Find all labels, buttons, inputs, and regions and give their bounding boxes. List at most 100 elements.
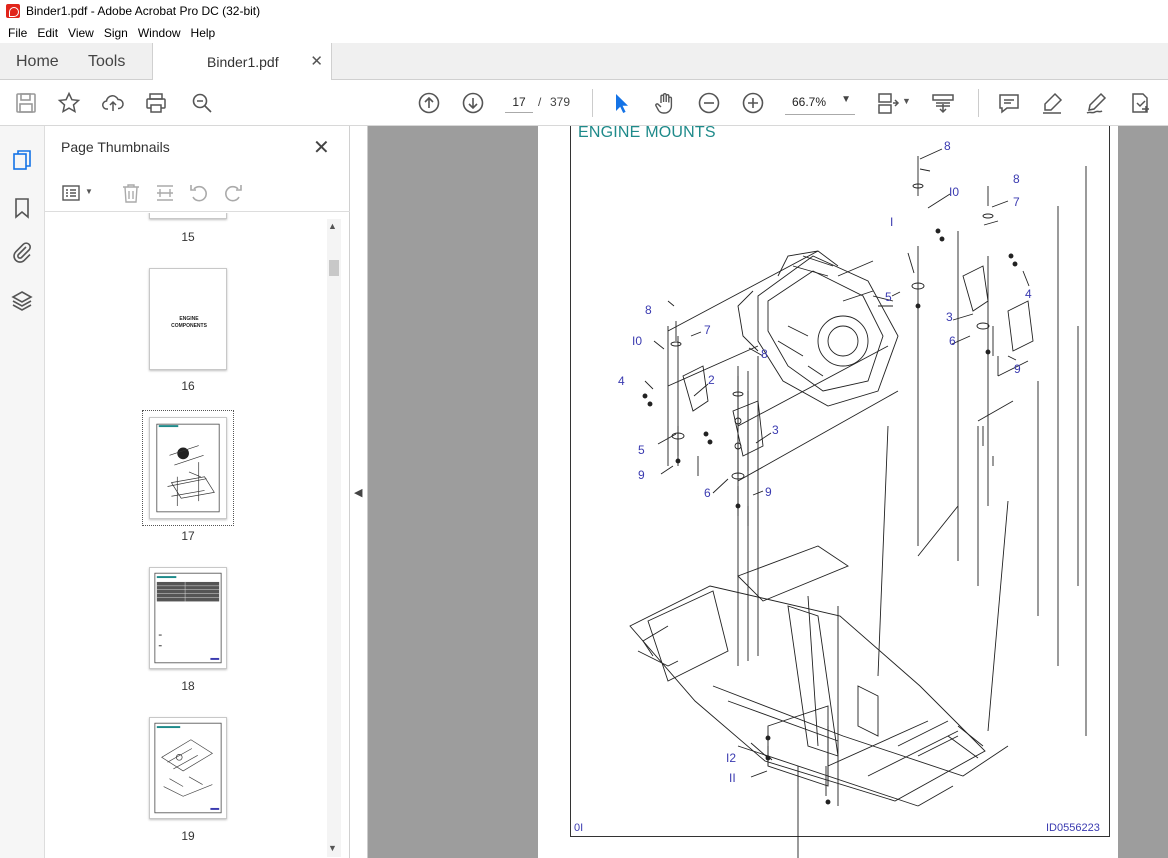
thumbnail-toolbar: ▼ (45, 174, 350, 212)
tab-document[interactable]: Binder1.pdf ✕ (152, 43, 332, 81)
thumbnail-label: 17 (181, 529, 195, 543)
thumbnail-scrollbar[interactable]: ▲ ▼ (327, 219, 341, 857)
collapse-left-icon[interactable]: ◀ (354, 486, 362, 499)
menu-view[interactable]: View (63, 26, 99, 40)
zoom-in-icon[interactable] (741, 91, 765, 115)
print-icon[interactable] (144, 91, 168, 115)
thumbnail-label: 16 (181, 379, 195, 393)
scroll-mode-icon[interactable] (931, 91, 955, 115)
callout-label: 9 (638, 468, 645, 482)
menu-edit[interactable]: Edit (32, 26, 63, 40)
zoom-out-icon[interactable] (697, 91, 721, 115)
callout-label: 2 (708, 373, 715, 387)
acrobat-app-icon (6, 4, 20, 18)
thumbnail-label: 18 (181, 679, 195, 693)
menu-file[interactable]: File (3, 26, 32, 40)
thumbnail-page-18[interactable] (149, 567, 227, 669)
window-title: Binder1.pdf - Adobe Acrobat Pro DC (32-b… (26, 4, 261, 18)
document-view[interactable]: ENGINE MOUNTS 8 I0 8 7 I 4 5 3 6 9 8 7 I… (368, 126, 1168, 858)
page-separator: / (538, 95, 542, 109)
rotate-right-icon[interactable] (222, 182, 244, 204)
callout-label: I2 (726, 751, 736, 765)
thumbnail-page-15[interactable] (149, 213, 227, 219)
thumbnail-page-19[interactable] (149, 717, 227, 819)
close-tab-icon[interactable]: ✕ (310, 52, 323, 70)
callout-label: 9 (1014, 362, 1021, 376)
page-thumbnails-icon[interactable] (10, 148, 34, 172)
tab-tools[interactable]: Tools (88, 43, 125, 80)
more-tools-icon[interactable] (1128, 91, 1152, 115)
menu-window[interactable]: Window (133, 26, 186, 40)
zoom-select[interactable]: 66.7% ▼ (785, 91, 855, 115)
chevron-down-icon[interactable]: ▼ (85, 187, 93, 196)
fit-page-icon[interactable] (876, 91, 900, 115)
callout-label: I (890, 215, 893, 229)
callout-label: 8 (645, 303, 652, 317)
exploded-parts-diagram: 8 I0 8 7 I 4 5 3 6 9 8 7 I0 8 4 2 3 5 9 … (618, 139, 1087, 858)
scroll-up-icon[interactable]: ▲ (328, 221, 337, 231)
previous-page-icon[interactable] (417, 91, 441, 115)
callout-label: 4 (618, 374, 625, 388)
delete-page-icon[interactable] (120, 182, 142, 204)
tab-bar: Home Tools Binder1.pdf ✕ (0, 43, 1168, 81)
callout-label: 8 (1013, 172, 1020, 186)
scroll-down-icon[interactable]: ▼ (328, 843, 337, 853)
title-bar: Binder1.pdf - Adobe Acrobat Pro DC (32-b… (0, 0, 1168, 22)
thumbnail-page-17[interactable] (149, 417, 227, 519)
callout-label: 5 (638, 443, 645, 457)
total-pages: 379 (550, 95, 571, 109)
page-footer-id: ID0556223 (1046, 822, 1100, 834)
callout-label: 5 (885, 290, 892, 304)
close-panel-icon[interactable]: ✕ (313, 135, 330, 160)
document-tab-label: Binder1.pdf (207, 54, 279, 70)
page-number-input[interactable] (505, 91, 533, 113)
callout-label: 3 (946, 310, 953, 324)
star-icon[interactable] (57, 91, 81, 115)
chevron-down-icon: ▼ (841, 94, 851, 105)
callout-label: 6 (949, 334, 956, 348)
highlight-pen-icon[interactable] (1040, 91, 1064, 115)
callout-label: 8 (761, 347, 768, 361)
search-icon[interactable] (190, 91, 214, 115)
rotate-left-icon[interactable] (188, 182, 210, 204)
thumbnail-label: 15 (181, 230, 195, 244)
menu-bar: File Edit View Sign Window Help (0, 22, 1168, 43)
thumbnail-drawing (156, 423, 220, 513)
hand-tool-icon[interactable] (653, 91, 677, 115)
panel-title: Page Thumbnails (61, 139, 170, 155)
sign-pen-icon[interactable] (1084, 91, 1108, 115)
bookmark-icon[interactable] (10, 196, 34, 220)
pdf-page: ENGINE MOUNTS 8 I0 8 7 I 4 5 3 6 9 8 7 I… (538, 126, 1118, 858)
scrollbar-thumb[interactable] (329, 260, 339, 276)
layers-icon[interactable] (10, 289, 34, 313)
chevron-down-icon[interactable]: ▼ (902, 96, 911, 106)
callout-label: I0 (632, 334, 642, 348)
attachment-icon[interactable] (10, 240, 34, 264)
menu-help[interactable]: Help (186, 26, 221, 40)
save-icon[interactable] (14, 91, 38, 115)
select-arrow-icon[interactable] (609, 91, 633, 115)
callout-label: 7 (704, 323, 711, 337)
next-page-icon[interactable] (461, 91, 485, 115)
page-thumbnails-panel: Page Thumbnails ✕ ▼ 15 ENGINE COMPONENTS… (45, 126, 350, 858)
toolbar-divider (978, 89, 979, 117)
callout-label: II (729, 771, 736, 785)
callout-label: 7 (1013, 195, 1020, 209)
thumbnail-drawing (154, 572, 222, 664)
thumbnail-text: ENGINE COMPONENTS (171, 316, 207, 329)
zoom-value: 66.7% (792, 95, 827, 109)
comment-icon[interactable] (997, 91, 1021, 115)
options-menu-icon[interactable] (61, 182, 83, 204)
extract-pages-icon[interactable] (154, 182, 176, 204)
page-footer-left: 0I (574, 822, 584, 834)
cloud-upload-icon[interactable] (101, 91, 125, 115)
thumbnail-list: 15 ENGINE COMPONENTS 16 17 18 19 (45, 213, 330, 858)
panel-collapse-handle[interactable]: ◀ (350, 126, 368, 858)
menu-sign[interactable]: Sign (99, 26, 133, 40)
thumbnail-page-16[interactable]: ENGINE COMPONENTS (149, 268, 227, 370)
main-toolbar: / 379 66.7% ▼ ▼ (0, 80, 1168, 126)
callout-label: 6 (704, 486, 711, 500)
left-navigation-rail (0, 126, 45, 858)
tab-home[interactable]: Home (16, 43, 59, 80)
toolbar-divider (592, 89, 593, 117)
